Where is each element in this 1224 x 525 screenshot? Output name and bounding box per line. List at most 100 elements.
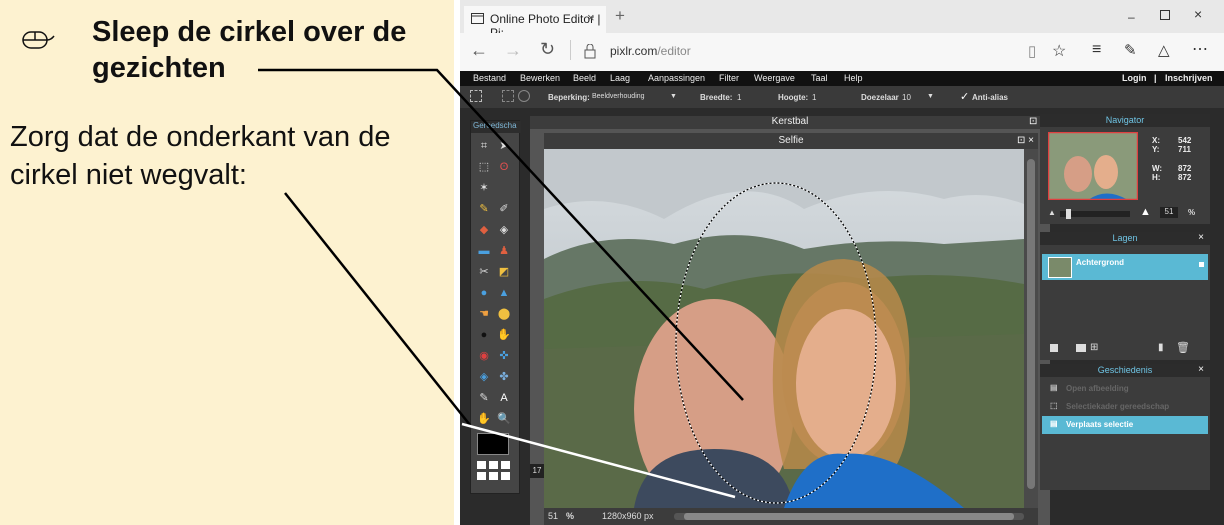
marquee-tool-icon[interactable]: ⬚: [477, 160, 491, 174]
slider-thumb[interactable]: [1066, 209, 1071, 219]
close-icon[interactable]: ×: [1198, 364, 1204, 375]
stamp-tool-icon[interactable]: ♟: [497, 244, 511, 258]
text-tool-icon[interactable]: A: [497, 391, 511, 405]
history-item[interactable]: ▤ Open afbeelding: [1042, 380, 1208, 398]
menu-filter[interactable]: Filter: [719, 73, 739, 83]
menu-beeld[interactable]: Beeld: [573, 73, 596, 83]
app-menu-bar: Bestand Bewerken Beeld Laag Aanpassingen…: [460, 71, 1224, 86]
width-input[interactable]: 1: [737, 93, 741, 102]
register-link[interactable]: Inschrijven: [1165, 73, 1213, 83]
foreground-color-swatch[interactable]: [477, 433, 509, 455]
more-icon[interactable]: ⋯: [1192, 39, 1208, 59]
nav-w-label: W:: [1152, 164, 1163, 173]
zoom-tool-icon[interactable]: 🔍: [497, 412, 511, 426]
nav-x-label: X:: [1152, 136, 1160, 145]
scroll-thumb[interactable]: [1027, 159, 1035, 489]
close-icon[interactable]: ×: [1198, 232, 1204, 243]
pencil-tool-icon[interactable]: ✎: [477, 202, 491, 216]
menu-taal[interactable]: Taal: [811, 73, 828, 83]
zoom-input[interactable]: 51: [548, 511, 558, 521]
web-note-icon[interactable]: ✎: [1124, 41, 1137, 59]
vertical-scrollbar[interactable]: [1024, 149, 1038, 508]
menu-aanpassingen[interactable]: Aanpassingen: [648, 73, 705, 83]
image-canvas[interactable]: [544, 149, 1024, 508]
login-link[interactable]: Login: [1122, 73, 1147, 83]
redeye-tool-icon[interactable]: ◉: [477, 349, 491, 363]
close-window-icon[interactable]: ×: [1194, 6, 1202, 22]
layer-row[interactable]: Achtergrond: [1042, 254, 1208, 280]
favorite-star-icon[interactable]: ☆: [1052, 41, 1066, 61]
chevron-down-icon[interactable]: ▼: [670, 93, 677, 100]
line-tool-icon[interactable]: ✎: [477, 391, 491, 405]
zoom-out-mountain-icon[interactable]: ▲: [1048, 208, 1056, 217]
crop-tool-icon[interactable]: ⌗: [477, 139, 491, 153]
feather-input[interactable]: 10: [902, 93, 911, 102]
sharpen-tool-icon[interactable]: ▲: [497, 286, 511, 300]
restore-close-icon[interactable]: ⊡ ×: [1017, 135, 1034, 146]
browser-tab[interactable]: Online Photo Editor | Pi: ×: [464, 6, 606, 40]
navigator-zoom-slider[interactable]: [1060, 209, 1130, 219]
marquee-icon[interactable]: [470, 90, 482, 102]
grid-icon[interactable]: [477, 461, 511, 481]
checkbox-icon[interactable]: ✓: [960, 90, 969, 103]
bucket-tool-icon[interactable]: ◈: [497, 223, 511, 237]
forward-icon[interactable]: →: [504, 40, 522, 61]
new-layer-icon[interactable]: ⊞: [1090, 342, 1098, 353]
reading-view-icon[interactable]: ▯: [1028, 42, 1036, 60]
history-item-label: Open afbeelding: [1066, 384, 1129, 393]
constraint-select[interactable]: Beeldverhouding: [592, 93, 645, 100]
chevron-down-icon[interactable]: ▼: [927, 93, 934, 100]
pinch-tool-icon[interactable]: ✤: [497, 370, 511, 384]
lasso-tool-icon[interactable]: ʘ: [497, 160, 511, 174]
maximize-icon[interactable]: [1160, 10, 1170, 20]
brush-tool-icon[interactable]: ✐: [497, 202, 511, 216]
duplicate-layer-icon[interactable]: ▮: [1158, 342, 1164, 353]
bloat-tool-icon[interactable]: ◈: [477, 370, 491, 384]
navigator-zoom-input[interactable]: 51: [1160, 207, 1178, 218]
dodge-tool-icon[interactable]: ✋: [497, 328, 511, 342]
tab-close-icon[interactable]: ×: [587, 10, 595, 25]
back-icon[interactable]: ←: [470, 40, 488, 61]
history-item-label: Selectiekader gereedschap: [1066, 402, 1170, 411]
navigator-thumbnail[interactable]: [1047, 131, 1139, 201]
rect-mode-icon[interactable]: [502, 90, 514, 102]
burn-tool-icon[interactable]: ●: [477, 328, 491, 342]
history-item[interactable]: ⬚ Selectiekader gereedschap: [1042, 398, 1208, 416]
height-input[interactable]: 1: [812, 93, 816, 102]
ellipse-mode-icon[interactable]: [518, 90, 530, 102]
history-item[interactable]: ▤ Verplaats selectie: [1042, 416, 1208, 434]
trash-icon[interactable]: 🗑: [1176, 341, 1190, 354]
sponge-tool-icon[interactable]: ⬤: [497, 307, 511, 321]
menu-bestand[interactable]: Bestand: [473, 73, 506, 83]
wand-tool-icon[interactable]: ✶: [477, 181, 491, 195]
menu-weergave[interactable]: Weergave: [754, 73, 795, 83]
refresh-icon[interactable]: ↻: [540, 39, 555, 60]
url-field[interactable]: pixlr.com/editor: [610, 44, 691, 58]
layer-mask-icon[interactable]: [1076, 344, 1086, 352]
menu-help[interactable]: Help: [844, 73, 863, 83]
lock-icon: [584, 44, 596, 59]
smudge-tool-icon[interactable]: ☚: [477, 307, 491, 321]
share-icon[interactable]: △: [1158, 41, 1170, 59]
zoom-in-mountain-icon[interactable]: ▲: [1140, 206, 1151, 218]
browser-window: Online Photo Editor | Pi: × + – × ← → ↻ …: [460, 0, 1224, 525]
menu-bewerken[interactable]: Bewerken: [520, 73, 560, 83]
document-title-kerstbal: Kerstbal: [530, 116, 1050, 129]
replace-tool-icon[interactable]: ◩: [497, 265, 511, 279]
gradient-tool-icon[interactable]: ▬: [477, 244, 491, 258]
eraser-tool-icon[interactable]: ◆: [477, 223, 491, 237]
browser-tab-bar: Online Photo Editor | Pi: × + – ×: [460, 0, 1224, 40]
move-tool-icon[interactable]: ➤: [497, 139, 511, 153]
layer-settings-icon[interactable]: [1050, 344, 1058, 352]
scroll-thumb[interactable]: [684, 513, 1014, 520]
drop-tool-icon[interactable]: ●: [477, 286, 491, 300]
minimize-icon[interactable]: –: [1128, 10, 1135, 24]
horizontal-scrollbar[interactable]: [674, 513, 1024, 520]
divider: [570, 40, 571, 60]
spot-heal-tool-icon[interactable]: ✜: [497, 349, 511, 363]
picker-tool-icon[interactable]: ✂: [477, 265, 491, 279]
menu-laag[interactable]: Laag: [610, 73, 630, 83]
hand-tool-icon[interactable]: ✋: [477, 412, 491, 426]
new-tab-icon[interactable]: +: [615, 6, 625, 26]
hub-icon[interactable]: ≡: [1092, 41, 1101, 59]
